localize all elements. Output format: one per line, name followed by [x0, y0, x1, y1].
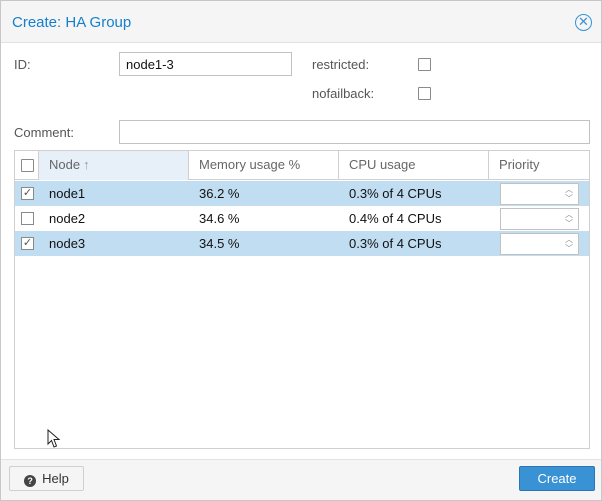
create-button[interactable]: Create — [519, 466, 595, 491]
restricted-label: restricted: — [312, 57, 370, 72]
cell-memory: 36.2 % — [199, 186, 240, 201]
cell-node: node2 — [49, 211, 86, 226]
cell-cpu: 0.3% of 4 CPUs — [349, 186, 442, 201]
dialog-body: ID: restricted: nofailback: Comment: Nod… — [1, 43, 601, 459]
dialog-titlebar: Create: HA Group ✕ — [1, 1, 601, 43]
nofailback-checkbox[interactable] — [418, 87, 431, 100]
comment-input[interactable] — [119, 120, 590, 144]
nofailback-label: nofailback: — [312, 86, 375, 101]
mouse-cursor-icon — [47, 429, 61, 448]
nodes-grid: Node ↑ Memory usage % CPU usage Priority … — [14, 150, 590, 449]
cell-node: node1 — [49, 186, 86, 201]
table-row[interactable]: ✓ node3 34.5 % 0.3% of 4 CPUs ︿ ﹀ — [15, 231, 589, 256]
help-button[interactable]: ? Help — [9, 466, 84, 491]
cell-cpu: 0.4% of 4 CPUs — [349, 211, 442, 226]
column-header-node[interactable]: Node ↑ — [39, 151, 189, 180]
row-checkbox[interactable]: ✓ — [21, 237, 34, 250]
cell-memory: 34.6 % — [199, 211, 240, 226]
id-label: ID: — [14, 57, 31, 72]
cell-node: node3 — [49, 236, 86, 251]
spinner-arrows-icon[interactable]: ︿ ﹀ — [563, 235, 575, 253]
restricted-checkbox[interactable] — [418, 58, 431, 71]
spinner-arrows-icon[interactable]: ︿ ﹀ — [563, 210, 575, 228]
select-all-checkbox[interactable] — [21, 159, 34, 172]
grid-header: Node ↑ Memory usage % CPU usage Priority — [15, 151, 589, 180]
cell-cpu: 0.3% of 4 CPUs — [349, 236, 442, 251]
column-header-priority[interactable]: Priority — [489, 151, 589, 180]
row-checkbox[interactable] — [21, 212, 34, 225]
close-icon[interactable]: ✕ — [575, 14, 592, 31]
select-all-header — [15, 151, 39, 180]
arrow-up-icon: ↑ — [83, 157, 90, 172]
question-circle-icon: ? — [24, 474, 37, 487]
id-input[interactable] — [119, 52, 292, 76]
column-header-node-label: Node — [49, 157, 81, 172]
priority-spinner[interactable]: ︿ ﹀ — [500, 183, 579, 205]
row-checkbox[interactable]: ✓ — [21, 187, 34, 200]
table-row[interactable]: node2 34.6 % 0.4% of 4 CPUs ︿ ﹀ — [15, 206, 589, 231]
dialog-title: Create: HA Group — [12, 14, 132, 31]
column-header-memory[interactable]: Memory usage % — [189, 151, 339, 180]
help-button-label: Help — [42, 470, 69, 486]
spinner-arrows-icon[interactable]: ︿ ﹀ — [563, 185, 575, 203]
dialog-footer: ? Help Create — [1, 459, 601, 500]
table-row[interactable]: ✓ node1 36.2 % 0.3% of 4 CPUs ︿ ﹀ — [15, 181, 589, 206]
create-ha-group-dialog: Create: HA Group ✕ ID: restricted: nofai… — [0, 0, 602, 501]
comment-label: Comment: — [14, 125, 74, 140]
cell-memory: 34.5 % — [199, 236, 240, 251]
priority-spinner[interactable]: ︿ ﹀ — [500, 233, 579, 255]
column-header-cpu[interactable]: CPU usage — [339, 151, 489, 180]
priority-spinner[interactable]: ︿ ﹀ — [500, 208, 579, 230]
